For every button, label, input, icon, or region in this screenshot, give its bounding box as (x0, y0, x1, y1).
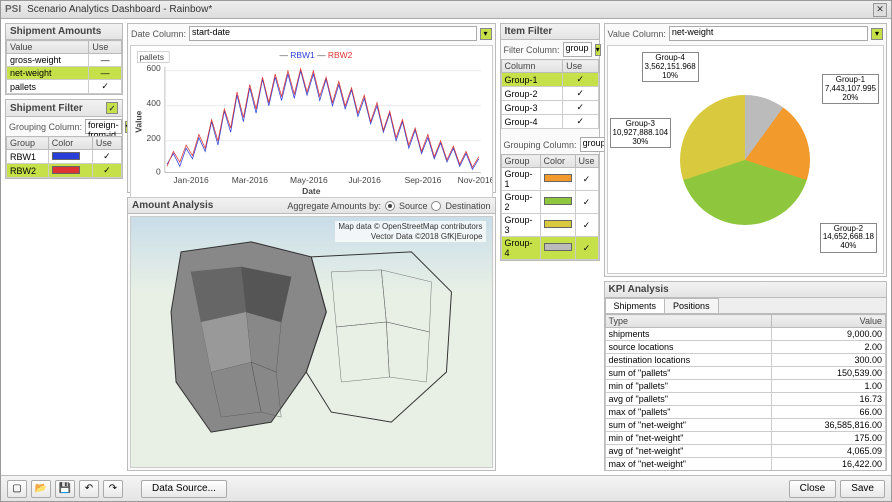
table-row[interactable]: avg of "pallets"16.73 (605, 393, 885, 406)
destination-radio[interactable] (431, 201, 441, 211)
content: Shipment Amounts ValueUse gross-weight— … (1, 19, 891, 475)
table-row[interactable]: sum of "net-weight"36,585,816.00 (605, 419, 885, 432)
table-row[interactable]: max of "net-weight"16,422.00 (605, 458, 885, 471)
svg-text:Nov-2016: Nov-2016 (458, 175, 492, 185)
svg-text:May-2016: May-2016 (290, 175, 328, 185)
table-row[interactable]: min of "pallets"1.00 (605, 380, 885, 393)
tab-shipments[interactable]: Shipments (605, 298, 666, 313)
pie-label: Group-214,652,668.1840% (820, 223, 877, 253)
window-title: Scenario Analytics Dashboard - Rainbow* (27, 4, 212, 15)
shipment-filter-table: GroupColorUse RBW1✓ RBW2✓ (6, 136, 122, 178)
date-chart-panel: Date Column: start-date ▾ pallets — RBW1… (127, 23, 496, 193)
svg-text:200: 200 (147, 133, 161, 143)
line-chart: pallets — RBW1 — RBW2 0 200 400 600 (130, 45, 493, 198)
table-row[interactable]: Group-1✓ (501, 73, 598, 87)
shipment-amounts-panel: Shipment Amounts ValueUse gross-weight— … (5, 23, 123, 95)
value-column-select[interactable]: net-weight (669, 26, 868, 41)
shipment-amounts-table: ValueUse gross-weight— net-weight— palle… (6, 40, 122, 94)
app-logo: PSI (5, 4, 21, 15)
pie-label: Group-17,443,107.99520% (822, 74, 879, 104)
panel-title: KPI Analysis (609, 284, 669, 295)
shipment-filter-panel: Shipment Filter✓ Grouping Column: foreig… (5, 99, 123, 179)
date-column-select[interactable]: start-date (189, 26, 476, 41)
svg-text:— RBW1 — RBW2: — RBW1 — RBW2 (279, 50, 352, 60)
panel-title: Shipment Filter (10, 103, 83, 114)
svg-text:400: 400 (147, 98, 161, 108)
table-row[interactable]: destination locations300.00 (605, 354, 885, 367)
svg-text:Date: Date (302, 186, 321, 196)
svg-text:Sep-2016: Sep-2016 (405, 175, 442, 185)
table-row[interactable]: Group-3✓ (501, 214, 598, 237)
table-row[interactable]: Group-4✓ (501, 237, 598, 260)
panel-title: Item Filter (505, 26, 553, 37)
table-row[interactable]: max of "pallets"66.00 (605, 406, 885, 419)
kpi-analysis-panel: KPI Analysis Shipments Positions TypeVal… (604, 281, 887, 471)
svg-text:600: 600 (147, 63, 161, 73)
table-row[interactable]: pallets✓ (7, 80, 122, 94)
dropdown-button[interactable]: ▾ (871, 28, 883, 40)
titlebar: PSI Scenario Analytics Dashboard - Rainb… (1, 1, 891, 19)
table-row[interactable]: RBW2✓ (7, 164, 122, 178)
pie-label: Group-43,562,151.96810% (642, 52, 699, 82)
line-chart-svg: pallets — RBW1 — RBW2 0 200 400 600 (131, 46, 492, 197)
pie-label: Group-310,927,888.10430% (610, 118, 672, 148)
svg-text:Mar-2016: Mar-2016 (232, 175, 269, 185)
table-row[interactable]: sum of "pallets"150,539.00 (605, 367, 885, 380)
table-row[interactable]: Group-1✓ (501, 168, 598, 191)
grouping-column-select[interactable]: foreign-from-id (85, 119, 122, 134)
pie-chart: Group-43,562,151.96810% Group-17,443,107… (607, 45, 884, 274)
source-radio[interactable] (385, 201, 395, 211)
dropdown-button[interactable]: ▾ (595, 44, 601, 56)
svg-text:Value: Value (134, 110, 144, 132)
panel-title: Shipment Amounts (10, 26, 101, 37)
table-row[interactable]: shipments9,000.00 (605, 328, 885, 341)
footer: ▢ 📂 💾 ↶ ↷ Data Source... Close Save (1, 475, 891, 501)
value-pie-panel: Value Column: net-weight ▾ Group-43,562,… (604, 23, 887, 277)
tab-positions[interactable]: Positions (664, 298, 719, 313)
table-row[interactable]: net-weight— (7, 67, 122, 80)
table-row[interactable]: gross-weight— (7, 54, 122, 67)
item-filter-panel: Item Filter Filter Column: group ▾ Colum… (500, 23, 600, 261)
map-view[interactable]: Map data © OpenStreetMap contributors Ve… (130, 216, 493, 468)
table-row[interactable]: source locations2.00 (605, 341, 885, 354)
undo-icon[interactable]: ↶ (79, 480, 99, 498)
svg-text:Jul-2016: Jul-2016 (348, 175, 381, 185)
svg-text:Jan-2016: Jan-2016 (173, 175, 209, 185)
open-icon[interactable]: 📂 (31, 480, 51, 498)
app-window: PSI Scenario Analytics Dashboard - Rainb… (0, 0, 892, 502)
map-attribution: Map data © OpenStreetMap contributors Ve… (335, 221, 485, 242)
redo-icon[interactable]: ↷ (103, 480, 123, 498)
filter-column-select[interactable]: group (563, 42, 592, 57)
panel-title: Amount Analysis (132, 200, 213, 211)
kpi-table: TypeValue shipments9,000.00source locati… (605, 314, 886, 470)
save-button[interactable]: Save (840, 480, 885, 498)
table-row[interactable]: Group-4✓ (501, 115, 598, 129)
svg-text:pallets: pallets (139, 52, 163, 62)
dropdown-button[interactable]: ▾ (480, 28, 492, 40)
svg-text:0: 0 (156, 167, 161, 177)
amount-analysis-panel: Amount Analysis Aggregate Amounts by: So… (127, 197, 496, 471)
map-svg (131, 217, 492, 467)
panel-toggle-button[interactable]: ✓ (106, 102, 118, 114)
window-close-button[interactable]: ✕ (873, 3, 887, 17)
table-row[interactable]: Group-3✓ (501, 101, 598, 115)
new-icon[interactable]: ▢ (7, 480, 27, 498)
save-icon[interactable]: 💾 (55, 480, 75, 498)
table-row[interactable]: RBW1✓ (7, 150, 122, 164)
table-row[interactable]: avg of "net-weight"4,065.09 (605, 445, 885, 458)
table-row[interactable]: Group-2✓ (501, 87, 598, 101)
data-source-button[interactable]: Data Source... (141, 480, 227, 498)
table-row[interactable]: Group-2✓ (501, 191, 598, 214)
table-row[interactable]: min of "net-weight"175.00 (605, 432, 885, 445)
close-button[interactable]: Close (789, 480, 837, 498)
